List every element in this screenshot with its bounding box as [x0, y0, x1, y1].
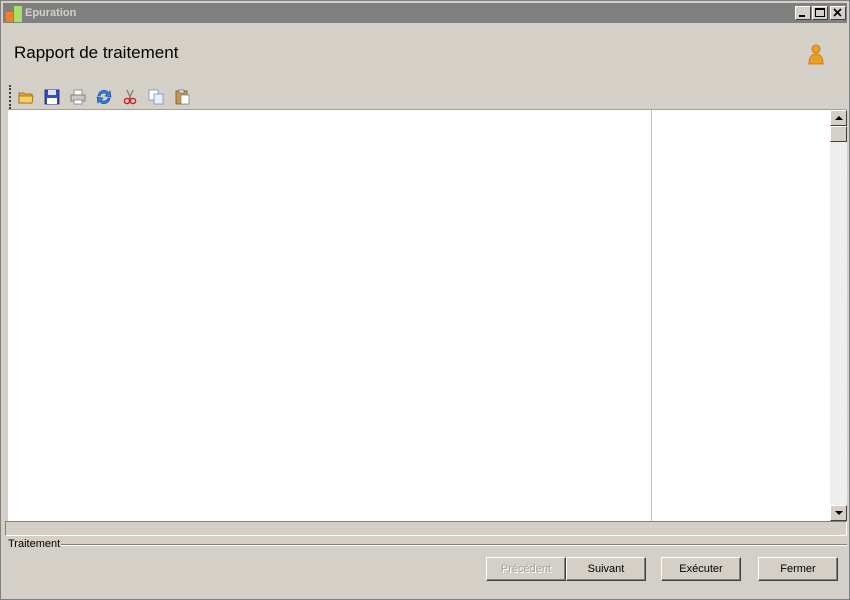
close-icon: [833, 8, 842, 17]
next-button[interactable]: Suivant: [566, 557, 646, 581]
copy-icon: [148, 89, 164, 105]
group-divider: [61, 544, 847, 546]
save-icon: [44, 89, 60, 105]
report-area[interactable]: [8, 109, 847, 521]
close-window-button[interactable]: [830, 6, 846, 20]
cut-button[interactable]: [119, 87, 141, 107]
close-button[interactable]: Fermer: [758, 557, 838, 581]
scroll-thumb[interactable]: [830, 126, 847, 142]
paste-button[interactable]: [171, 87, 193, 107]
scroll-up-button[interactable]: [830, 110, 847, 126]
cut-icon: [123, 89, 137, 105]
paste-icon: [175, 89, 190, 105]
print-icon: [70, 89, 86, 105]
open-button[interactable]: [15, 87, 37, 107]
open-icon: [18, 92, 34, 104]
execute-button[interactable]: Exécuter: [661, 557, 741, 581]
refresh-icon: [96, 90, 112, 104]
panel-splitter[interactable]: [651, 110, 652, 521]
main-window: Epuration Rapport de traitement Traiteme…: [0, 0, 850, 600]
page-title: Rapport de traitement: [14, 43, 179, 62]
app-icon: [6, 6, 22, 22]
arrow-down-icon: [835, 511, 843, 515]
toolbar: [9, 85, 839, 109]
user-icon: [806, 44, 826, 66]
title-bar[interactable]: Epuration: [3, 3, 847, 23]
maximize-button[interactable]: [812, 6, 828, 20]
save-button[interactable]: [41, 87, 63, 107]
status-bar: [5, 521, 847, 536]
window-title: Epuration: [25, 7, 77, 19]
minimize-button[interactable]: [795, 6, 811, 20]
print-button[interactable]: [67, 87, 89, 107]
previous-button[interactable]: Précédent: [486, 557, 566, 581]
scroll-down-button[interactable]: [830, 505, 847, 521]
arrow-up-icon: [835, 116, 843, 120]
copy-button[interactable]: [145, 87, 167, 107]
toolbar-grip[interactable]: [9, 85, 11, 109]
group-label: Traitement: [8, 538, 61, 550]
refresh-button[interactable]: [93, 87, 115, 107]
vertical-scrollbar[interactable]: [830, 110, 847, 521]
